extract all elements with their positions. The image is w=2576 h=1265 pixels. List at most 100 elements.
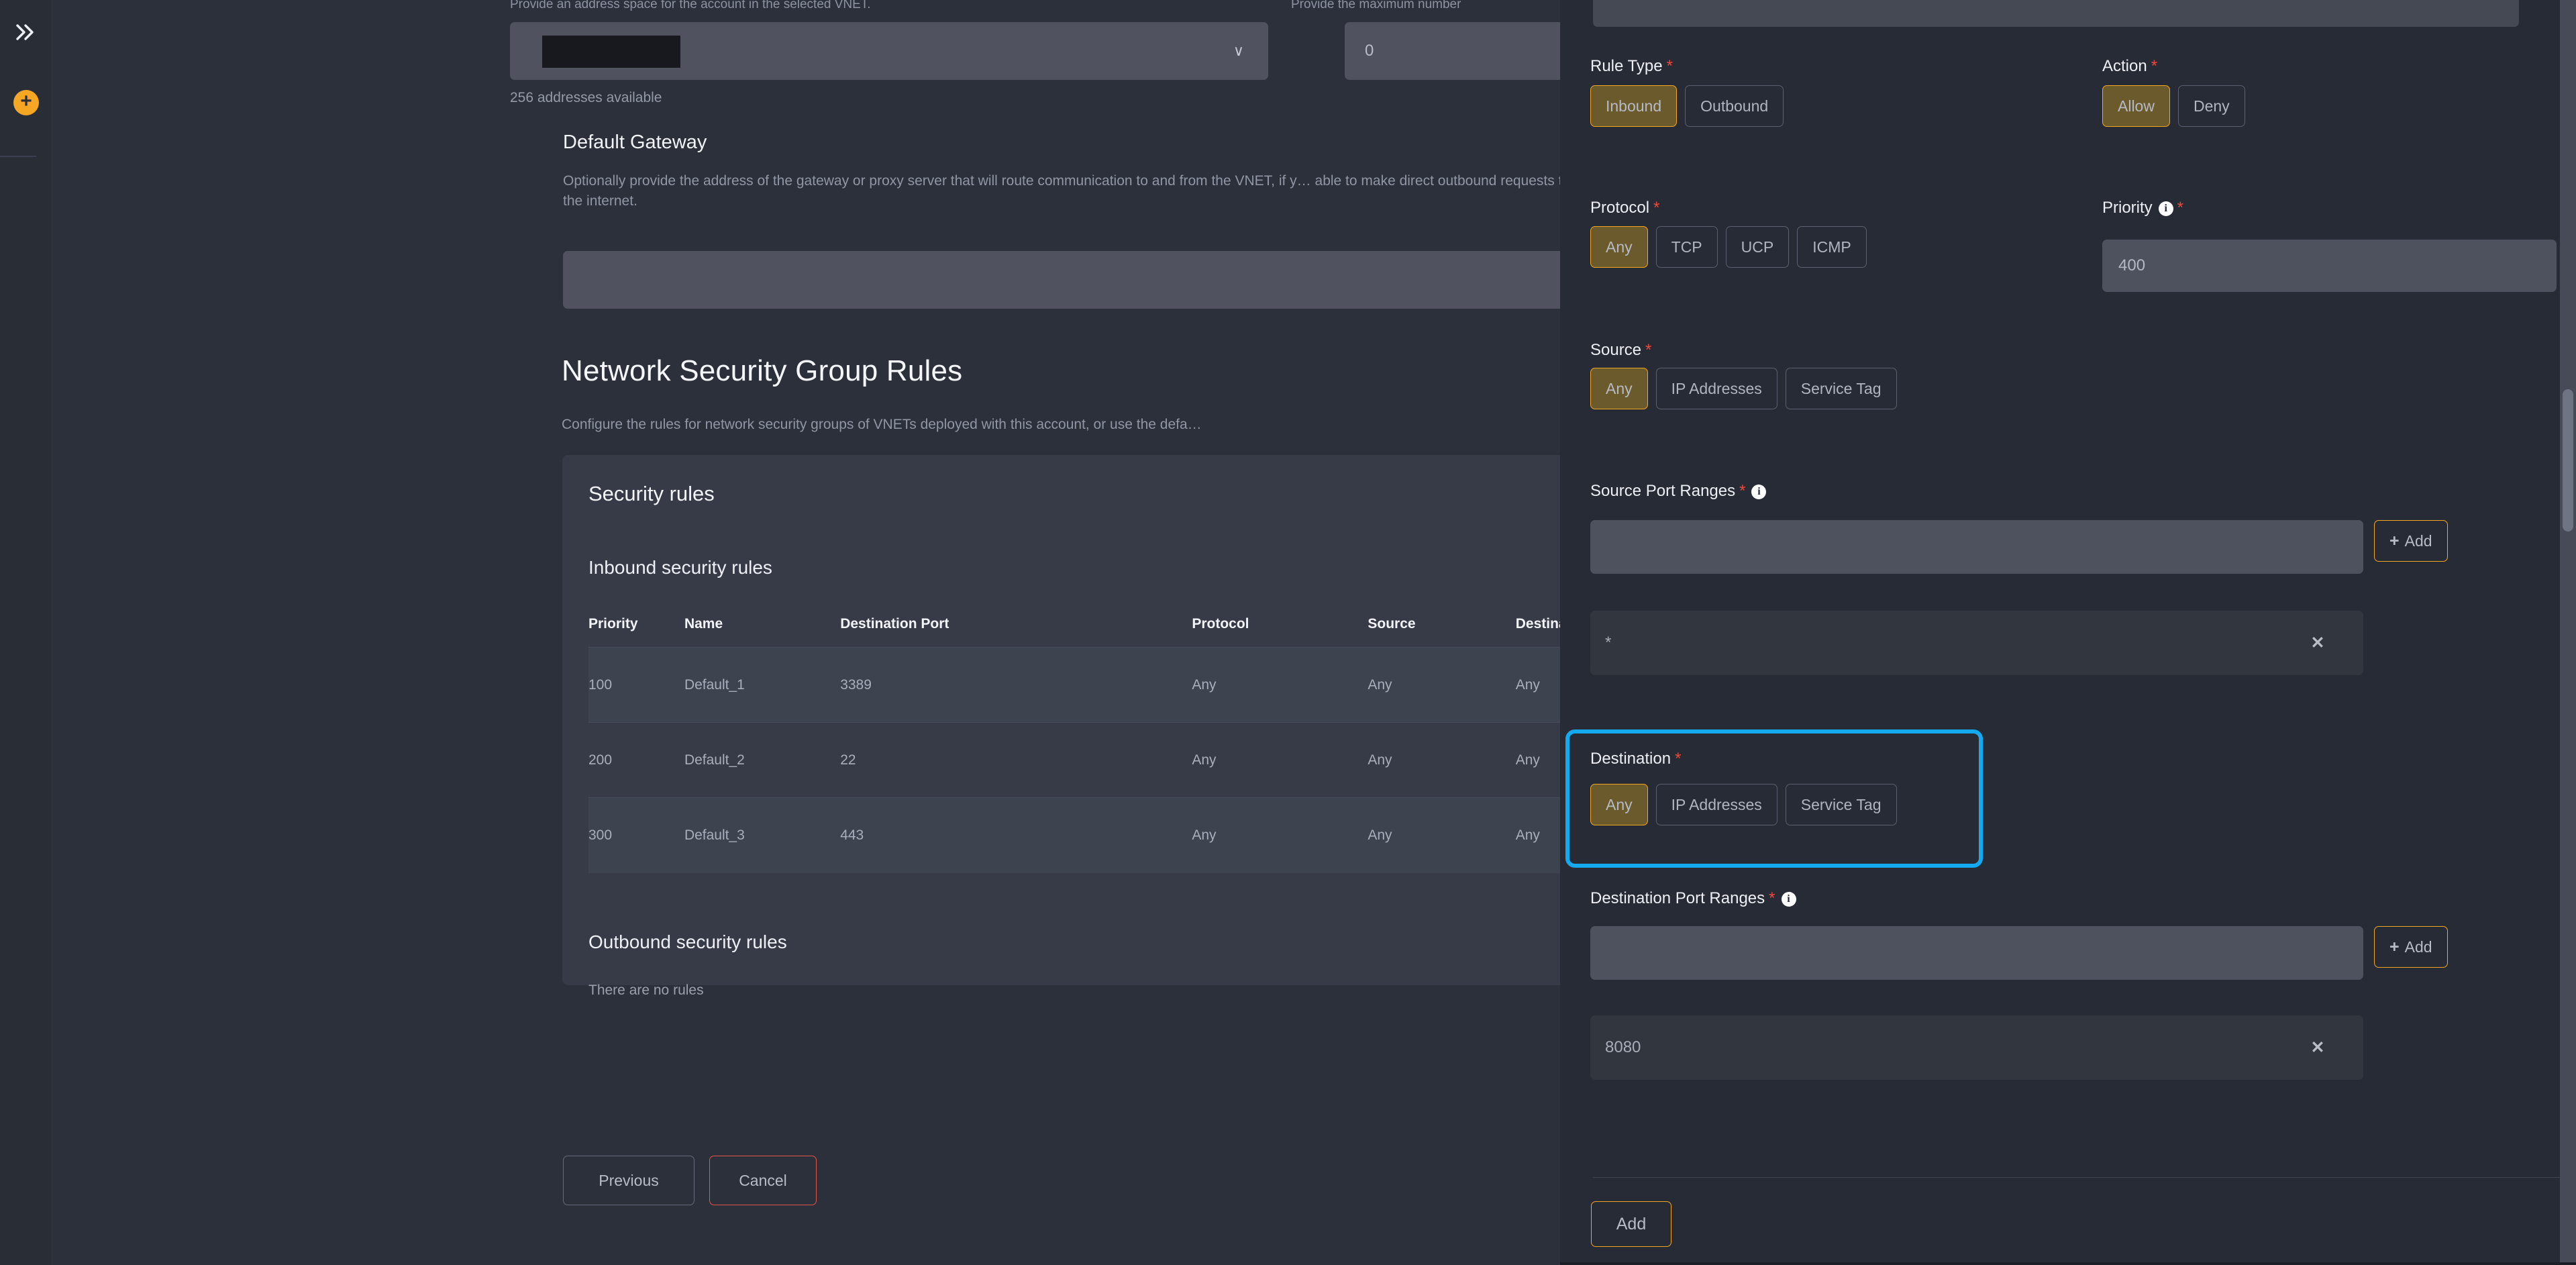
rule-type-label: Rule Type * bbox=[1590, 57, 1673, 76]
destination-option-ip-addresses[interactable]: IP Addresses bbox=[1655, 784, 1778, 825]
vertical-scrollbar[interactable] bbox=[2560, 0, 2576, 1265]
cell-name: Default_1 bbox=[684, 647, 841, 723]
close-icon[interactable]: ✕ bbox=[2303, 1033, 2332, 1062]
plus-icon: + bbox=[2389, 531, 2400, 550]
protocol-option-ucp[interactable]: UCP bbox=[1725, 226, 1790, 268]
required-asterisk: * bbox=[1645, 341, 1652, 359]
destination-segmented-control: Any IP Addresses Service Tag bbox=[1590, 784, 1897, 825]
destination-port-ranges-input[interactable] bbox=[1590, 926, 2363, 980]
cell-protocol: Any bbox=[1192, 722, 1368, 798]
security-rules-heading: Security rules bbox=[588, 482, 715, 505]
inbound-rules-table: Priority Name Destination Port Protocol … bbox=[588, 616, 1560, 873]
rule-type-option-inbound[interactable]: Inbound bbox=[1590, 85, 1678, 127]
plus-circle-icon[interactable]: + bbox=[13, 90, 39, 115]
destination-option-service-tag[interactable]: Service Tag bbox=[1785, 784, 1897, 825]
table-row[interactable]: 200 Default_2 22 Any Any Any bbox=[588, 722, 1560, 798]
cell-destination-port: 443 bbox=[840, 797, 1192, 873]
column-header-name: Name bbox=[684, 616, 723, 631]
cell-destination: Any bbox=[1515, 797, 1560, 873]
action-option-deny[interactable]: Deny bbox=[2177, 85, 2245, 127]
info-icon[interactable]: i bbox=[1781, 892, 1796, 907]
cell-destination-port: 3389 bbox=[840, 647, 1192, 723]
column-header-protocol: Protocol bbox=[1192, 616, 1249, 631]
required-asterisk: * bbox=[1769, 889, 1775, 907]
address-space-hint: Provide an address space for the account… bbox=[510, 0, 871, 11]
protocol-option-any[interactable]: Any bbox=[1590, 226, 1648, 268]
inbound-rules-heading: Inbound security rules bbox=[588, 557, 772, 578]
destination-port-ranges-add-label: Add bbox=[2404, 938, 2432, 956]
main-content: Provide an address space for the account… bbox=[53, 0, 1560, 1265]
plus-glyph: + bbox=[20, 90, 32, 112]
column-header-priority: Priority bbox=[588, 616, 638, 631]
plus-icon: + bbox=[2389, 937, 2400, 956]
source-port-ranges-add-button[interactable]: + Add bbox=[2374, 520, 2448, 562]
action-segmented-control: Allow Deny bbox=[2102, 85, 2245, 127]
source-option-service-tag[interactable]: Service Tag bbox=[1785, 368, 1897, 409]
source-option-ip-addresses[interactable]: IP Addresses bbox=[1655, 368, 1778, 409]
rule-type-option-outbound[interactable]: Outbound bbox=[1685, 85, 1784, 127]
action-option-allow[interactable]: Allow bbox=[2102, 85, 2170, 127]
source-port-ranges-label-text: Source Port Ranges bbox=[1590, 482, 1736, 500]
cell-source: Any bbox=[1368, 797, 1516, 873]
destination-option-any[interactable]: Any bbox=[1590, 784, 1648, 825]
required-asterisk: * bbox=[1666, 57, 1673, 75]
default-gateway-input[interactable] bbox=[563, 251, 1560, 309]
source-option-any[interactable]: Any bbox=[1590, 368, 1648, 409]
cell-source: Any bbox=[1368, 722, 1516, 798]
column-header-destination: Destination bbox=[1515, 616, 1560, 631]
default-gateway-description: Optionally provide the address of the ga… bbox=[563, 173, 1560, 209]
address-space-select[interactable]: ∨ bbox=[510, 22, 1268, 80]
required-asterisk: * bbox=[1653, 199, 1660, 217]
panel-divider bbox=[1593, 1177, 2576, 1178]
cell-protocol: Any bbox=[1192, 797, 1368, 873]
cell-destination: Any bbox=[1515, 722, 1560, 798]
source-segmented-control: Any IP Addresses Service Tag bbox=[1590, 368, 1897, 409]
protocol-option-icmp[interactable]: ICMP bbox=[1797, 226, 1867, 268]
table-header-row: Priority Name Destination Port Protocol … bbox=[588, 616, 1560, 648]
info-icon[interactable]: i bbox=[2158, 201, 2173, 216]
destination-port-ranges-label-text: Destination Port Ranges bbox=[1590, 889, 1765, 907]
rule-type-segmented-control: Inbound Outbound bbox=[1590, 85, 1784, 127]
default-gateway-title: Default Gateway bbox=[563, 132, 707, 153]
destination-label-text: Destination bbox=[1590, 750, 1671, 768]
protocol-segmented-control: Any TCP UCP ICMP bbox=[1590, 226, 1867, 268]
table-row[interactable]: 300 Default_3 443 Any Any Any bbox=[588, 797, 1560, 873]
required-asterisk: * bbox=[2177, 199, 2184, 217]
priority-value: 400 bbox=[2118, 256, 2146, 274]
info-icon[interactable]: i bbox=[1751, 485, 1767, 499]
submit-add-button[interactable]: Add bbox=[1591, 1201, 1671, 1247]
column-header-source: Source bbox=[1368, 616, 1416, 631]
cell-destination-port: 22 bbox=[840, 722, 1192, 798]
panel-bottom-edge bbox=[1560, 1262, 2576, 1265]
cancel-button[interactable]: Cancel bbox=[709, 1156, 817, 1205]
outbound-rules-empty-message: There are no rules bbox=[588, 982, 704, 998]
required-asterisk: * bbox=[2151, 57, 2158, 75]
cell-destination: Any bbox=[1515, 647, 1560, 723]
cell-name: Default_3 bbox=[684, 797, 841, 873]
scrollbar-thumb[interactable] bbox=[2563, 389, 2573, 532]
add-rule-panel: Rule Type * Inbound Outbound Action * Allo… bbox=[1560, 0, 2576, 1265]
source-port-ranges-input[interactable] bbox=[1590, 520, 2363, 574]
source-label: Source * bbox=[1590, 341, 1651, 360]
table-row[interactable]: 100 Default_1 3389 Any Any Any bbox=[588, 647, 1560, 723]
cell-name: Default_2 bbox=[684, 722, 841, 798]
required-asterisk: * bbox=[1675, 750, 1682, 768]
previous-button[interactable]: Previous bbox=[563, 1156, 694, 1205]
destination-port-ranges-label: Destination Port Ranges * i bbox=[1590, 889, 1796, 908]
cell-priority: 200 bbox=[588, 722, 684, 798]
protocol-option-tcp[interactable]: TCP bbox=[1655, 226, 1718, 268]
panel-top-input[interactable] bbox=[1593, 0, 2519, 27]
cell-source: Any bbox=[1368, 647, 1516, 723]
outbound-rules-heading: Outbound security rules bbox=[588, 931, 787, 952]
priority-input[interactable]: 400 bbox=[2102, 240, 2557, 292]
cell-protocol: Any bbox=[1192, 647, 1368, 723]
rail-divider bbox=[0, 156, 36, 157]
chevron-down-icon: ∨ bbox=[1233, 42, 1244, 59]
close-icon[interactable]: ✕ bbox=[2303, 628, 2332, 658]
protocol-label: Protocol * bbox=[1590, 199, 1659, 217]
page-title: Network Security Group Rules bbox=[562, 354, 963, 387]
max-number-input[interactable]: 0 bbox=[1345, 22, 1560, 80]
double-chevron-right-icon[interactable] bbox=[8, 17, 44, 47]
destination-port-ranges-add-button[interactable]: + Add bbox=[2374, 926, 2448, 968]
page-description: Configure the rules for network security… bbox=[562, 417, 1202, 432]
